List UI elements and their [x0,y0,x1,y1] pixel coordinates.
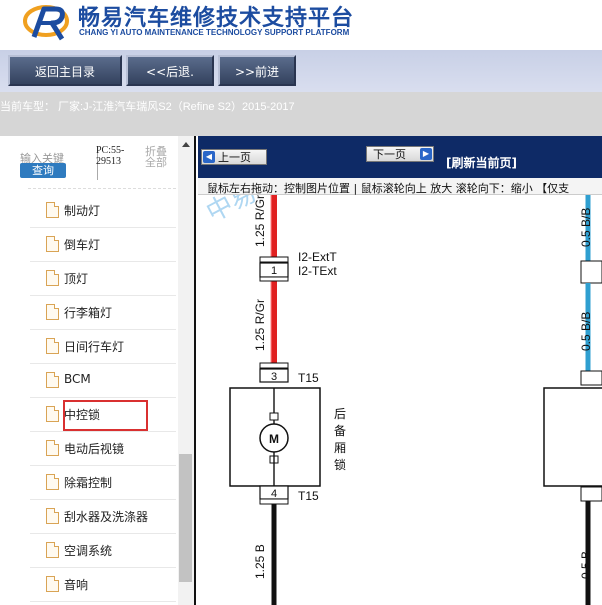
tree-item[interactable]: BCM [30,364,176,398]
arrow-left-icon: ◀ [203,151,215,163]
brand-subtitle: CHANG YI AUTO MAINTENANCE TECHNOLOGY SUP… [79,28,350,37]
tree-item[interactable]: 刮水器及洗涤器 [30,500,176,534]
wire-label-top-right: 0.5 B/B [579,208,593,247]
tree-item-label: 制动灯 [64,204,101,218]
refresh-page-link[interactable]: [刷新当前页] [446,154,517,171]
viewer-toolbar: ◀ 上一页 下一页 ▶ [刷新当前页] [198,136,602,178]
wire-label-mid-right: 0.5 B/B [579,312,593,351]
wire-label-bottom-left: 1.25 B [253,544,267,579]
connector-1-pin: 1 [271,265,277,277]
pin-right-top [580,370,602,386]
hint-text: 鼠标左右拖动：控制图片位置 | 鼠标滚轮向上 放大 滚轮向下：缩小 【仅支 [207,182,570,195]
sidebar-scrollbar[interactable] [178,136,194,605]
next-page-button[interactable]: 下一页 ▶ [366,146,434,162]
tree-item-label: 除霜控制 [64,476,113,490]
forward-button[interactable]: >>前进 [218,55,296,86]
tree-item-label: 空调系统 [64,544,113,558]
pin-3-top [259,362,289,369]
viewer-pane: ◀ 上一页 下一页 ▶ [刷新当前页] 鼠标左右拖动：控制图片位置 | 鼠标滚轮… [198,136,602,605]
document-icon [46,338,59,354]
tree-item-label: 顶灯 [64,272,89,286]
tree-item-label: 倒车灯 [64,238,101,252]
back-button[interactable]: <<后退. [126,55,214,86]
pin-4-bottom [259,498,289,505]
collapse-all-link[interactable]: 折叠全部 [145,146,173,168]
component-right [543,387,602,487]
home-button[interactable]: 返回主目录 [8,55,122,86]
tree-item-label: 刮水器及洗涤器 [64,510,149,524]
arrow-right-icon: ▶ [420,148,432,160]
tree-item[interactable]: 行李箱灯 [30,296,176,330]
scrollbar-thumb[interactable] [179,454,192,582]
sidebar: 输入关键 查询 PC:55-29513 折叠全部 制动灯 倒车灯 顶灯 行李箱灯 日间行… [0,136,196,605]
current-vehicle-text: 当前车型： 厂家:J-江淮汽车瑞风S2（Refine S2）2015-2017 [0,101,295,113]
prev-page-button[interactable]: ◀ 上一页 [201,149,267,165]
pin-3: 3 [271,371,277,383]
tree-item[interactable]: 除霜控制 [30,466,176,500]
connector-1-name-b: I2-TExt [298,264,337,278]
wire-label-bottom-right: 0.5 B [579,551,593,579]
component-name-char: 备 [334,424,346,438]
component-name: 后 备 厢 锁 [334,407,346,472]
document-icon [46,474,59,490]
connector-right [580,260,602,284]
tree-item[interactable]: 制动灯 [30,194,176,228]
hint-bar: 鼠标左右拖动：控制图片位置 | 鼠标滚轮向上 放大 滚轮向下：缩小 【仅支 [198,178,602,195]
t15-bottom-label: T15 [298,489,319,503]
tree-item[interactable]: 日间行车灯 [30,330,176,364]
tree-item[interactable]: 音响 [30,568,176,602]
document-icon [46,270,59,286]
tree-item-label: 日间行车灯 [64,340,125,354]
query-button[interactable]: 查询 [20,163,66,178]
pc-code: PC:55-29513 [96,145,125,167]
selected-item-highlight [63,400,148,431]
motor-label: M [269,432,279,446]
component-name-char: 厢 [334,441,346,455]
scroll-up-icon[interactable] [182,142,190,147]
component-name-char: 后 [334,407,346,421]
tree-item[interactable]: 顶灯 [30,262,176,296]
connector-1-name-a: I2-ExtT [298,250,337,264]
tree-item-label: 电动后视镜 [64,442,125,456]
document-icon [46,372,59,388]
document-icon [46,542,59,558]
document-icon [46,406,59,422]
document-icon [46,304,59,320]
connector-1-bottom [259,276,289,282]
divider [28,188,176,189]
document-icon [46,202,59,218]
next-page-label: 下一页 [373,148,406,161]
header: 畅易汽车维修技术支持平台 CHANG YI AUTO MAINTENANCE T… [0,0,602,50]
document-icon [46,508,59,524]
tree-item-label: 音响 [64,578,89,592]
document-icon [46,440,59,456]
motor-brush-top [269,412,279,421]
logo-icon [23,5,69,41]
wiring-diagram[interactable]: 中易 1 I2-ExtT I2-TExt 1.25 R/Gr 1.25 R/Gr… [198,195,602,605]
navbar: 返回主目录 <<后退. >>前进 [0,50,602,92]
component-name-char: 锁 [334,457,346,472]
pin-4: 4 [271,488,277,500]
current-vehicle-bar: 当前车型： 厂家:J-江淮汽车瑞风S2（Refine S2）2015-2017 [0,92,602,136]
tree-item-label: BCM [64,372,91,386]
wire-label-mid-left: 1.25 R/Gr [253,299,267,351]
t15-top-label: T15 [298,371,319,385]
tree-item[interactable]: 电动后视镜 [30,432,176,466]
prev-page-label: 上一页 [218,151,251,164]
document-icon [46,236,59,252]
connector-1-top [259,256,289,263]
wire-label-top-left: 1.25 R/Gr [253,195,267,247]
document-icon [46,576,59,592]
app-window: 畅易汽车维修技术支持平台 CHANG YI AUTO MAINTENANCE T… [0,0,602,605]
tree-item[interactable]: 空调系统 [30,534,176,568]
tree-item[interactable]: 倒车灯 [30,228,176,262]
pin-right-bottom [580,486,602,502]
tree-item-label: 行李箱灯 [64,306,113,320]
